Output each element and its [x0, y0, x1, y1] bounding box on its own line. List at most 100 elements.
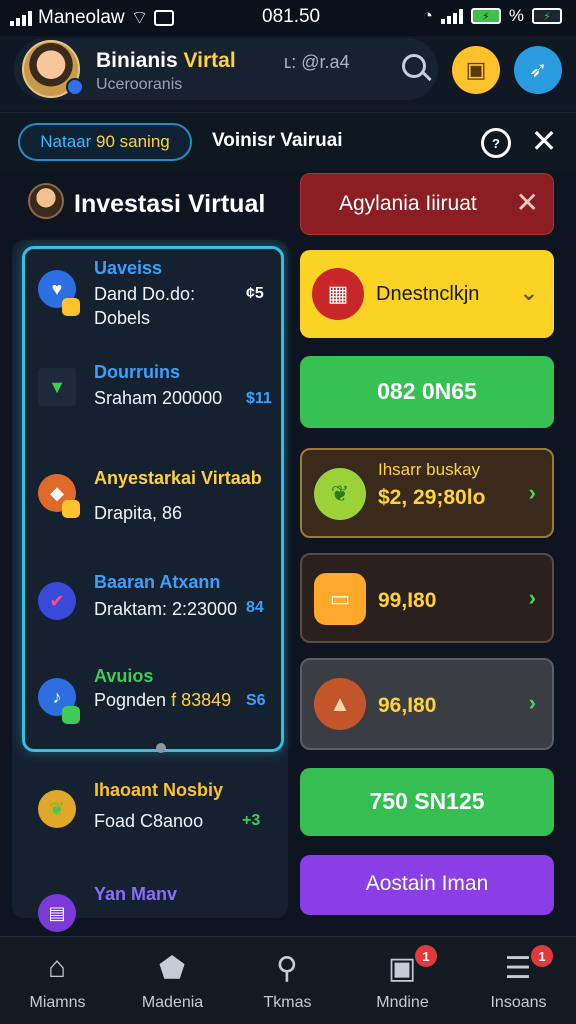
nav-item-media[interactable]: ⬟ Madenia — [115, 937, 230, 1024]
card-gray[interactable]: ▲ 96,I80 › — [300, 658, 554, 750]
card-brown[interactable]: ❦ Ihsarr buskay $2, 29;80lo › — [300, 448, 554, 538]
list-item-value: ¢5 — [246, 285, 264, 302]
card-value: 750 SN125 — [369, 788, 485, 814]
search-icon: ⚲ — [276, 951, 298, 985]
list-item-sub: Sraham 200000 — [94, 388, 223, 408]
home-icon: ⌂ — [47, 951, 67, 984]
list-item-sub: Pognden f 83849 — [94, 690, 231, 711]
ticket-icon: ▣ — [465, 57, 487, 82]
list-item-title[interactable]: Baaran Atxann — [94, 572, 220, 593]
battery-icon: ⚡ — [470, 8, 501, 24]
list-item-sub: Dand Do.do: — [94, 284, 196, 304]
alert-bar[interactable]: Agylania Iiiruat ✕ — [300, 173, 554, 235]
profile-name-accent: Virtal — [183, 49, 236, 72]
action-button[interactable]: Aostain Iman — [300, 855, 554, 915]
search-icon[interactable] — [402, 54, 434, 86]
alert-bar-label: Agylania Iiiruat — [339, 192, 477, 215]
card-dark[interactable]: ▭ 99,I80 › — [300, 553, 554, 643]
tab-pill-value: 90 saning — [96, 132, 170, 151]
profile-handle: ʟ: @r.a4 — [284, 52, 350, 72]
list-item-title[interactable]: Dourruins — [94, 362, 180, 383]
tab-pill-label: Nataar — [40, 132, 92, 151]
list-item-value: $11 — [246, 390, 272, 407]
monitor-icon: ▭ — [314, 573, 366, 625]
nav-item-search[interactable]: ⚲ Tkmas — [230, 937, 345, 1024]
leaf-badge-icon — [62, 706, 80, 724]
chevron-right-icon: › — [528, 480, 536, 505]
nav-label: Tkmas — [263, 994, 312, 1011]
nav-label: Miamns — [29, 994, 86, 1011]
card-value: 082 0N65 — [377, 378, 477, 404]
list-item-title[interactable]: Uaveiss — [94, 258, 162, 279]
tab-pill[interactable]: Nataar 90 saning — [18, 123, 192, 161]
list-item-sub: Drapita, 86 — [94, 503, 183, 523]
form-icon: ▦ — [312, 268, 364, 320]
battery-icon-2: ⚡ — [532, 8, 562, 24]
signal-icon — [10, 10, 32, 26]
card-green-value[interactable]: 082 0N65 — [300, 356, 554, 428]
ticket-button[interactable]: ▣ — [452, 46, 500, 94]
rocket-icon: ➶ — [528, 57, 548, 82]
profile-bar[interactable]: Binianis Virtal ʟ: @r.a4 Ucerooranis — [14, 38, 438, 100]
nav-item-inbox[interactable]: ▣ 1 Mndine — [345, 937, 460, 1024]
list-item-value: +3 — [242, 812, 261, 829]
nav-label: Insoans — [490, 994, 547, 1011]
notification-badge: 1 — [415, 945, 437, 967]
chart-icon: ▲ — [314, 678, 366, 730]
action-button-label: Aostain Iman — [365, 872, 489, 895]
cast-icon — [154, 10, 175, 26]
triangle-icon: ▼ — [38, 368, 76, 406]
nav-item-menu[interactable]: ☰ 1 Insoans — [461, 937, 576, 1024]
card-title: Ihsarr buskay — [378, 460, 481, 479]
nav-label: Mndine — [376, 994, 429, 1011]
card-yellow[interactable]: ▦ Dnestnclkjn ⌄ — [300, 250, 554, 338]
profile-name-first: Binianis — [96, 49, 178, 72]
chevron-right-icon: › — [528, 585, 536, 610]
list-item-title[interactable]: Avuios — [94, 666, 153, 687]
card-label: Dnestnclkjn — [376, 283, 480, 305]
resize-handle[interactable] — [156, 743, 166, 753]
list-item-value: 84 — [246, 599, 264, 616]
list-item-title[interactable]: Yan Manv — [94, 884, 177, 905]
close-icon[interactable]: ✕ — [528, 123, 560, 159]
card-green-value-2[interactable]: 750 SN125 — [300, 768, 554, 836]
leaf-icon: ❦ — [38, 790, 76, 828]
list-item-value: S6 — [246, 692, 266, 709]
tag-icon: ⬟ — [158, 951, 186, 985]
list-item-sub: Draktam: 2:23000 — [94, 599, 238, 619]
list-item-sub2: Dobels — [94, 308, 151, 328]
notification-badge: 1 — [531, 945, 553, 967]
leaf-icon: ❦ — [314, 468, 366, 520]
close-icon[interactable]: ✕ — [516, 186, 539, 219]
list-item-title[interactable]: Ihaoant Nosbiy — [94, 780, 223, 801]
alarm-icon: ◔ — [422, 6, 433, 25]
cell-signal-icon — [440, 8, 463, 24]
profile-subtitle: Ucerooranis — [96, 76, 183, 93]
list-item-title[interactable]: Anyestarkai Virtaab — [94, 468, 262, 489]
list-item-sub-prefix: Pognden — [94, 690, 167, 710]
card-value: $2, 29;80lo — [378, 486, 486, 509]
status-right: ◔ ⚡ % ⚡ — [423, 6, 562, 26]
list-item-sub-highlight: f 83849 — [171, 690, 232, 710]
card-value: 96,I80 — [378, 694, 437, 717]
status-time: 081.50 — [262, 6, 321, 27]
wifi-icon: ⌔ — [130, 8, 149, 29]
profile-name: Binianis Virtal — [96, 49, 236, 73]
app-header: Binianis Virtal ʟ: @r.a4 Ucerooranis ▣ ➶ — [0, 36, 576, 110]
carrier-name: Maneolaw — [38, 7, 125, 28]
section-avatar — [28, 183, 64, 219]
chevron-down-icon: ⌄ — [519, 280, 538, 305]
card-value: 99,I80 — [378, 589, 437, 612]
nav-label: Madenia — [141, 994, 204, 1011]
rocket-button[interactable]: ➶ — [514, 46, 562, 94]
tab-row: Nataar 90 saning Voinisr Vairuai ? ✕ — [0, 112, 576, 170]
nav-item-home[interactable]: ⌂ Miamns — [0, 937, 115, 1024]
chevron-right-icon: › — [528, 690, 536, 715]
help-icon[interactable]: ? — [481, 128, 511, 158]
status-bar: Maneolaw ⌔ 081.50 ◔ ⚡ % ⚡ — [0, 0, 576, 36]
battery-percent: % — [508, 6, 524, 25]
section-title: Investasi Virtual — [74, 190, 266, 218]
tab-title[interactable]: Voinisr Vairuai — [212, 130, 343, 152]
bottom-nav: ⌂ Miamns ⬟ Madenia ⚲ Tkmas ▣ 1 Mndine ☰ … — [0, 936, 576, 1024]
status-left: Maneolaw ⌔ — [10, 6, 175, 30]
